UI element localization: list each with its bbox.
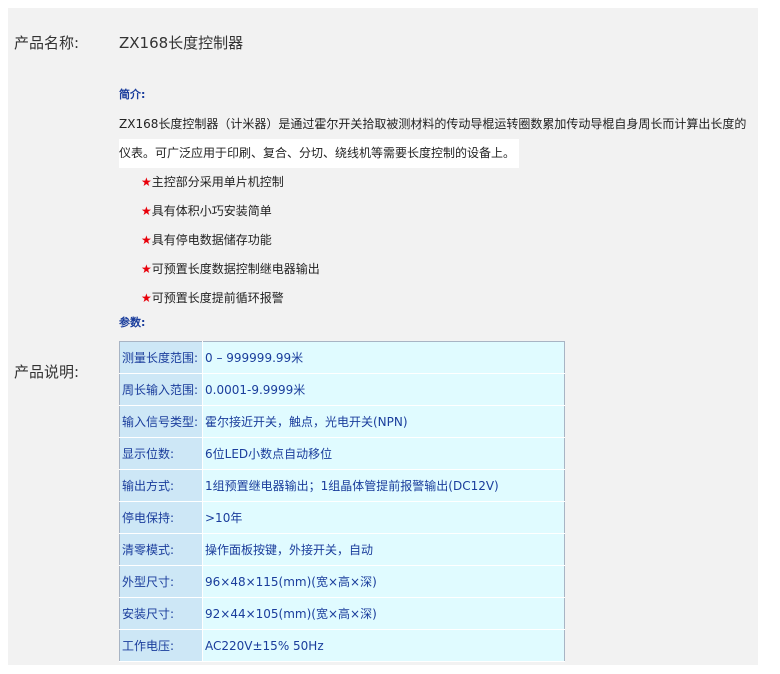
- feature-text: 可预置长度提前循环报警: [151, 291, 284, 305]
- intro-text: ZX168长度控制器（计米器）是通过霍尔开关拾取被测材料的传动导棍运转圈数累加传…: [119, 110, 749, 168]
- table-row: 安装尺寸: 92×44×105(mm)(宽×高×深): [119, 597, 565, 630]
- param-value: 0 – 999999.99米: [202, 341, 565, 374]
- product-description: 简介: ZX168长度控制器（计米器）是通过霍尔开关拾取被测材料的传动导棍运转圈…: [119, 84, 749, 662]
- table-row: 工作电压: AC220V±15% 50Hz: [119, 629, 565, 662]
- table-row: 周长输入范围: 0.0001-9.9999米: [119, 373, 565, 406]
- product-name-value: ZX168长度控制器: [119, 34, 244, 52]
- star-icon: ★: [141, 175, 152, 189]
- feature-text: 可预置长度数据控制继电器输出: [151, 262, 320, 276]
- feature-text: 具有停电数据储存功能: [151, 233, 272, 247]
- feature-item: ★具有停电数据储存功能: [119, 226, 749, 255]
- table-row: 输入信号类型: 霍尔接近开关，触点，光电开关(NPN): [119, 405, 565, 438]
- param-key: 输出方式:: [119, 469, 203, 502]
- param-value: 操作面板按键，外接开关，自动: [202, 533, 565, 566]
- param-key: 显示位数:: [119, 437, 203, 470]
- star-icon: ★: [141, 233, 152, 247]
- feature-item: ★可预置长度提前循环报警: [119, 284, 749, 313]
- table-row: 显示位数: 6位LED小数点自动移位: [119, 437, 565, 470]
- param-value: AC220V±15% 50Hz: [202, 629, 565, 662]
- param-key: 外型尺寸:: [119, 565, 203, 598]
- intro-line-1: ZX168长度控制器（计米器）是通过霍尔开关拾取被测材料的传动导棍运转圈数累加传…: [119, 117, 747, 131]
- param-value: 92×44×105(mm)(宽×高×深): [202, 597, 565, 630]
- param-key: 安装尺寸:: [119, 597, 203, 630]
- star-icon: ★: [141, 204, 152, 218]
- intro-line-2: 仪表。可广泛应用于印刷、复合、分切、绕线机等需要长度控制的设备上。: [119, 139, 520, 168]
- table-row: 测量长度范围: 0 – 999999.99米: [119, 341, 565, 374]
- param-key: 测量长度范围:: [119, 341, 203, 374]
- feature-item: ★具有体积小巧安装简单: [119, 197, 749, 226]
- param-key: 停电保持:: [119, 501, 203, 534]
- feature-item: ★主控部分采用单片机控制: [119, 168, 749, 197]
- feature-text: 主控部分采用单片机控制: [151, 175, 284, 189]
- product-panel: 产品名称: ZX168长度控制器 产品说明: 简介: ZX168长度控制器（计米…: [8, 8, 758, 665]
- product-description-label: 产品说明:: [14, 363, 80, 381]
- product-name-label: 产品名称:: [14, 34, 80, 52]
- params-title: 参数:: [119, 316, 146, 329]
- param-value: 96×48×115(mm)(宽×高×深): [202, 565, 565, 598]
- param-value: >10年: [202, 501, 565, 534]
- params-table: 测量长度范围: 0 – 999999.99米 周长输入范围: 0.0001-9.99…: [119, 341, 565, 662]
- table-row: 停电保持: >10年: [119, 501, 565, 534]
- feature-item: ★可预置长度数据控制继电器输出: [119, 255, 749, 284]
- param-key: 输入信号类型:: [119, 405, 203, 438]
- star-icon: ★: [141, 291, 152, 305]
- param-key: 工作电压:: [119, 629, 203, 662]
- param-value: 6位LED小数点自动移位: [202, 437, 565, 470]
- table-row: 外型尺寸: 96×48×115(mm)(宽×高×深): [119, 565, 565, 598]
- param-key: 周长输入范围:: [119, 373, 203, 406]
- intro-title: 简介:: [119, 88, 146, 101]
- feature-text: 具有体积小巧安装简单: [151, 204, 272, 218]
- table-row: 清零模式: 操作面板按键，外接开关，自动: [119, 533, 565, 566]
- star-icon: ★: [141, 262, 152, 276]
- table-row: 输出方式: 1组预置继电器输出；1组晶体管提前报警输出(DC12V): [119, 469, 565, 502]
- feature-list: ★主控部分采用单片机控制 ★具有体积小巧安装简单 ★具有停电数据储存功能 ★可预…: [119, 168, 749, 313]
- param-key: 清零模式:: [119, 533, 203, 566]
- param-value: 0.0001-9.9999米: [202, 373, 565, 406]
- param-value: 1组预置继电器输出；1组晶体管提前报警输出(DC12V): [202, 469, 565, 502]
- param-value: 霍尔接近开关，触点，光电开关(NPN): [202, 405, 565, 438]
